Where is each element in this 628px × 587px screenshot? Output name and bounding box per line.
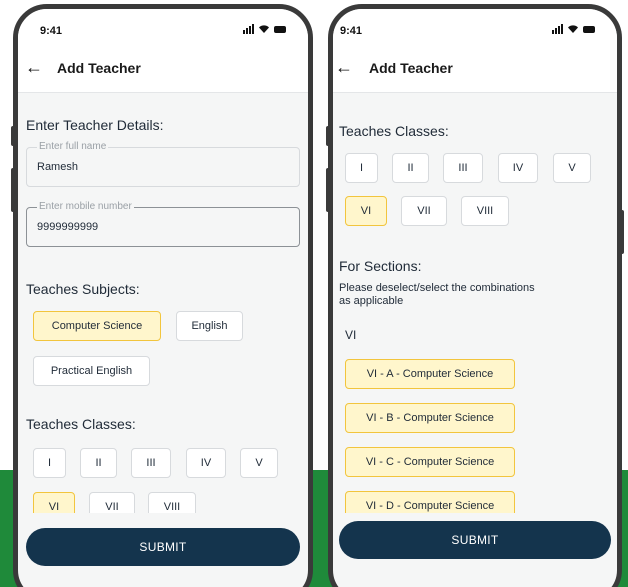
subject-chip[interactable]: Computer Science <box>33 311 161 341</box>
app-header: ← Add Teacher <box>333 45 617 93</box>
app-header: ← Add Teacher <box>18 45 308 93</box>
page-title: Add Teacher <box>369 60 453 76</box>
class-chip[interactable]: VII <box>89 492 135 513</box>
sections-hint-line: as applicable <box>339 295 404 307</box>
class-chip[interactable]: V <box>553 153 591 183</box>
section-combination-chip[interactable]: VI - A - Computer Science <box>345 359 515 389</box>
back-arrow-icon[interactable]: ← <box>335 57 353 78</box>
mobile-number-value: 9999999999 <box>37 221 99 233</box>
status-time: 9:41 <box>40 25 63 37</box>
battery-icon <box>583 26 595 33</box>
phone-screen-teacher-details: 9:41 ← Add Teacher Enter Teacher Details… <box>13 4 313 587</box>
status-bar: 9:41 <box>333 9 617 45</box>
class-chip[interactable]: III <box>131 448 171 478</box>
submit-button[interactable]: SUBMIT <box>339 521 611 559</box>
class-chip[interactable]: IV <box>498 153 538 183</box>
status-bar: 9:41 <box>18 9 308 45</box>
classes-heading: Teaches Classes: <box>26 416 136 432</box>
sections-heading: For Sections: <box>339 258 422 274</box>
class-chip[interactable]: IV <box>186 448 226 478</box>
phone-screen-sections: 9:41 ← Add Teacher Teaches Classes: I II… <box>328 4 622 587</box>
class-chip[interactable]: VI <box>33 492 75 513</box>
signal-icon <box>243 24 254 34</box>
status-icons <box>243 24 286 34</box>
signal-icon <box>552 24 563 34</box>
sections-hint: Please deselect/select the combinations … <box>339 282 579 308</box>
wifi-icon <box>259 25 269 33</box>
class-chip[interactable]: III <box>443 153 483 183</box>
section-combination-chip[interactable]: VI - C - Computer Science <box>345 447 515 477</box>
details-heading: Enter Teacher Details: <box>26 117 164 133</box>
form-content: Enter Teacher Details: Enter full name R… <box>18 93 308 513</box>
class-group-label: VI <box>345 328 357 342</box>
page-title: Add Teacher <box>57 60 141 76</box>
class-chip[interactable]: VII <box>401 196 447 226</box>
full-name-label: Enter full name <box>37 141 109 152</box>
subject-chip[interactable]: English <box>176 311 243 341</box>
section-combination-chip[interactable]: VI - B - Computer Science <box>345 403 515 433</box>
class-chip[interactable]: I <box>33 448 66 478</box>
classes-heading: Teaches Classes: <box>339 123 449 139</box>
subject-chip[interactable]: Practical English <box>33 356 150 386</box>
form-content: Teaches Classes: I II III IV V VI VII VI… <box>333 93 617 513</box>
status-time: 9:41 <box>340 25 363 37</box>
full-name-field[interactable]: Enter full name Ramesh <box>26 141 300 187</box>
class-chip[interactable]: VI <box>345 196 387 226</box>
class-chip[interactable]: VIII <box>148 492 196 513</box>
class-chip[interactable]: VIII <box>461 196 509 226</box>
mobile-number-field[interactable]: Enter mobile number 9999999999 <box>26 201 300 247</box>
class-chip[interactable]: II <box>392 153 429 183</box>
mobile-number-label: Enter mobile number <box>37 201 134 212</box>
back-arrow-icon[interactable]: ← <box>25 57 43 78</box>
wifi-icon <box>568 25 578 33</box>
class-chip[interactable]: II <box>80 448 117 478</box>
sections-hint-line: Please deselect/select the combinations <box>339 282 535 294</box>
subjects-heading: Teaches Subjects: <box>26 281 140 297</box>
class-chip[interactable]: I <box>345 153 378 183</box>
battery-icon <box>274 26 286 33</box>
full-name-value: Ramesh <box>37 161 78 173</box>
status-icons <box>552 24 595 34</box>
submit-button[interactable]: SUBMIT <box>26 528 300 566</box>
class-chip[interactable]: V <box>240 448 278 478</box>
section-combination-chip[interactable]: VI - D - Computer Science <box>345 491 515 513</box>
